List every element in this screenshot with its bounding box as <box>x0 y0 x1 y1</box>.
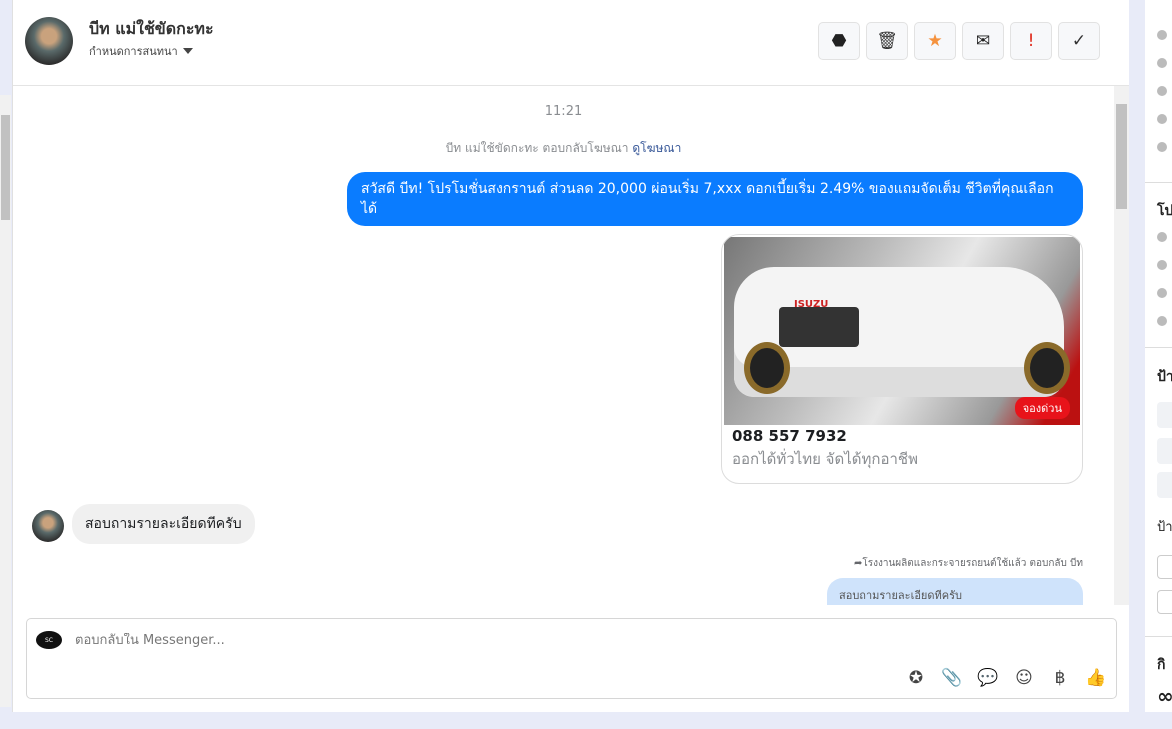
right-panel: โป ป้า ป้า กิ ∞ <box>1145 0 1172 712</box>
reply-bubble: สอบถามรายละเอียดทีครับ <box>827 578 1083 605</box>
label-chip[interactable] <box>1157 472 1172 498</box>
input-box[interactable] <box>1157 590 1172 614</box>
message-list: 11:21 บีท แม่ใช้ขัดกะทะ ตอบกลับโฆษณา ดูโ… <box>13 86 1114 605</box>
reply-note-text: โรงงานผลิตและกระจายรถยนต์ใช้แล้ว ตอบกลับ… <box>862 558 1083 569</box>
envelope-button[interactable]: ✉ <box>962 22 1004 60</box>
section-heading: โป <box>1157 203 1172 219</box>
emoji-icon[interactable]: ☺ <box>1014 668 1034 688</box>
view-ad-link[interactable]: ดูโฆษณา <box>632 141 681 155</box>
ad-card[interactable]: ISUZU จองด่วน 088 557 7932 ออกได้ทั่วไทย… <box>721 234 1083 484</box>
composer: SC ✪ 📎 💬 ☺ ฿ 👍 <box>26 618 1117 699</box>
star-icon: ★ <box>927 31 943 51</box>
section-heading: กิ <box>1157 657 1166 673</box>
card-description: ออกได้ทั่วไทย จัดได้ทุกอาชีพ <box>732 450 918 468</box>
star-button[interactable]: ★ <box>914 22 956 60</box>
label-chip[interactable] <box>1157 438 1172 464</box>
chat-bubble-icon[interactable]: 💬 <box>977 668 998 688</box>
page-avatar: SC <box>36 631 62 649</box>
contact-name[interactable]: บีท แม่ใช้ขัดกะทะ <box>89 17 214 42</box>
conversation-panel: บีท แม่ใช้ขัดกะทะ กำหนดการสนทนา ⬣ 🗑 ★ ✉! ✓ 1… <box>12 0 1129 712</box>
check-icon: ✓ <box>1071 31 1087 51</box>
car-grille <box>779 307 859 347</box>
wheel <box>744 342 790 394</box>
scrollbar-thumb[interactable] <box>1 115 10 220</box>
clock-icon <box>1157 232 1167 242</box>
section-heading: ป้า <box>1157 520 1172 535</box>
wheel <box>1024 342 1070 394</box>
trash-button[interactable]: 🗑 <box>866 22 908 60</box>
caret-down-icon <box>182 48 193 54</box>
card-title: 088 557 7932 <box>732 427 847 445</box>
avatar[interactable] <box>25 17 73 65</box>
check-button[interactable]: ✓ <box>1058 22 1100 60</box>
envelope-icon: ✉ <box>975 31 991 51</box>
info-icon <box>1157 58 1167 68</box>
conversation-settings-label: กำหนดการสนทนา <box>89 45 178 58</box>
section-heading: ป้า <box>1157 369 1172 385</box>
brand-logo: ISUZU <box>794 299 829 310</box>
ad-reply-note: บีท แม่ใช้ขัดกะทะ ตอบกลับโฆษณา ดูโฆษณา <box>13 139 1114 158</box>
label-chip[interactable] <box>1157 402 1172 428</box>
timestamp: 11:21 <box>544 104 583 119</box>
info-icon <box>1157 30 1167 40</box>
input-box[interactable] <box>1157 555 1172 579</box>
ad-reply-text: บีท แม่ใช้ขัดกะทะ ตอบกลับโฆษณา <box>445 141 629 155</box>
baht-icon[interactable]: ฿ <box>1050 668 1070 688</box>
divider <box>1145 347 1172 348</box>
incoming-message: สอบถามรายละเอียดทีครับ <box>72 504 255 544</box>
info-icon <box>1157 86 1167 96</box>
scrollbar-thumb[interactable] <box>1116 104 1127 209</box>
conversation-settings-dropdown[interactable]: กำหนดการสนทนา <box>89 42 193 60</box>
reserve-badge: จองด่วน <box>1014 397 1070 419</box>
location-icon <box>1157 316 1167 326</box>
divider <box>1145 182 1172 183</box>
info-icon <box>1157 114 1167 124</box>
composer-actions: ✪ 📎 💬 ☺ ฿ 👍 <box>906 668 1107 688</box>
car-image: ISUZU จองด่วน <box>724 237 1080 425</box>
trash-icon: 🗑 <box>876 31 898 51</box>
exclamation-icon: ! <box>1027 31 1035 51</box>
info-icon <box>1157 142 1167 152</box>
sender-avatar <box>32 510 64 542</box>
divider <box>1145 636 1172 637</box>
location-icon <box>1157 288 1167 298</box>
alert-octagon-icon: ⬣ <box>831 31 847 51</box>
thumbs-up-icon[interactable]: 👍 <box>1085 668 1106 688</box>
outgoing-message: สวัสดี บีท! โปรโมชั่นสงกรานต์ ส่วนลด 20,… <box>347 172 1083 226</box>
saved-reply-icon[interactable]: ✪ <box>906 668 926 688</box>
left-scrollbar[interactable] <box>0 95 11 707</box>
conversation-header: บีท แม่ใช้ขัดกะทะ กำหนดการสนทนา ⬣ 🗑 ★ ✉! ✓ <box>13 0 1129 86</box>
action-toolbar: ⬣ 🗑 ★ ✉! ✓ <box>818 22 1100 60</box>
meta-icon: ∞ <box>1157 684 1172 708</box>
exclamation-button[interactable]: ! <box>1010 22 1052 60</box>
reply-input[interactable] <box>75 633 775 648</box>
briefcase-icon <box>1157 260 1167 270</box>
alert-octagon-button[interactable]: ⬣ <box>818 22 860 60</box>
reply-note: ➦โรงงานผลิตและกระจายรถยนต์ใช้แล้ว ตอบกลั… <box>854 556 1083 571</box>
chat-scrollbar[interactable] <box>1114 86 1129 605</box>
paperclip-icon[interactable]: 📎 <box>941 668 962 688</box>
